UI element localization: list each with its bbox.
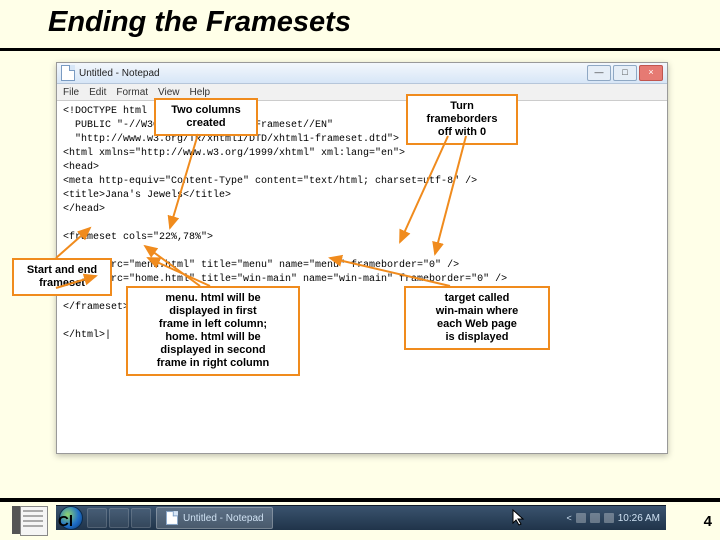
callout-two-columns: Two columns created xyxy=(154,98,258,136)
menu-edit[interactable]: Edit xyxy=(89,87,106,98)
notepad-icon xyxy=(61,65,75,81)
mouse-cursor-icon xyxy=(512,509,526,527)
taskbar-item-notepad[interactable]: Untitled - Notepad xyxy=(156,507,273,529)
quicklaunch-media-icon[interactable] xyxy=(131,508,151,528)
menu-bar: File Edit Format View Help xyxy=(57,84,667,101)
quicklaunch-explorer-icon[interactable] xyxy=(109,508,129,528)
tray-icon[interactable] xyxy=(576,513,586,523)
windows-taskbar: Untitled - Notepad < 10:26 AM xyxy=(56,505,666,530)
menu-help[interactable]: Help xyxy=(190,87,211,98)
callout-frameborders: Turn frameborders off with 0 xyxy=(406,94,518,145)
close-button[interactable]: × xyxy=(639,65,663,81)
maximize-button[interactable]: □ xyxy=(613,65,637,81)
menu-view[interactable]: View xyxy=(158,87,180,98)
system-tray: < 10:26 AM xyxy=(566,513,660,524)
chapter-label: Cl xyxy=(58,513,73,530)
callout-start-end: Start and end frameset xyxy=(12,258,112,296)
callout-target: target called win-main where each Web pa… xyxy=(404,286,550,350)
window-titlebar: Untitled - Notepad — □ × xyxy=(57,63,667,84)
tray-clock[interactable]: 10:26 AM xyxy=(618,513,660,524)
minimize-button[interactable]: — xyxy=(587,65,611,81)
slide-title: Ending the Framesets xyxy=(48,6,351,39)
publisher-logo xyxy=(12,506,46,534)
menu-format[interactable]: Format xyxy=(116,87,148,98)
taskbar-item-label: Untitled - Notepad xyxy=(183,513,264,524)
tray-chevron-icon[interactable]: < xyxy=(566,513,571,523)
title-divider xyxy=(0,48,720,51)
callout-menu-home: menu. html will be displayed in first fr… xyxy=(126,286,300,376)
page-number: 4 xyxy=(704,513,712,530)
tray-volume-icon[interactable] xyxy=(590,513,600,523)
notepad-icon xyxy=(166,511,178,525)
window-title-text: Untitled - Notepad xyxy=(79,68,160,79)
notepad-window: Untitled - Notepad — □ × File Edit Forma… xyxy=(56,62,668,454)
tray-network-icon[interactable] xyxy=(604,513,614,523)
menu-file[interactable]: File xyxy=(63,87,79,98)
footer-divider xyxy=(0,498,720,502)
quicklaunch-ie-icon[interactable] xyxy=(87,508,107,528)
